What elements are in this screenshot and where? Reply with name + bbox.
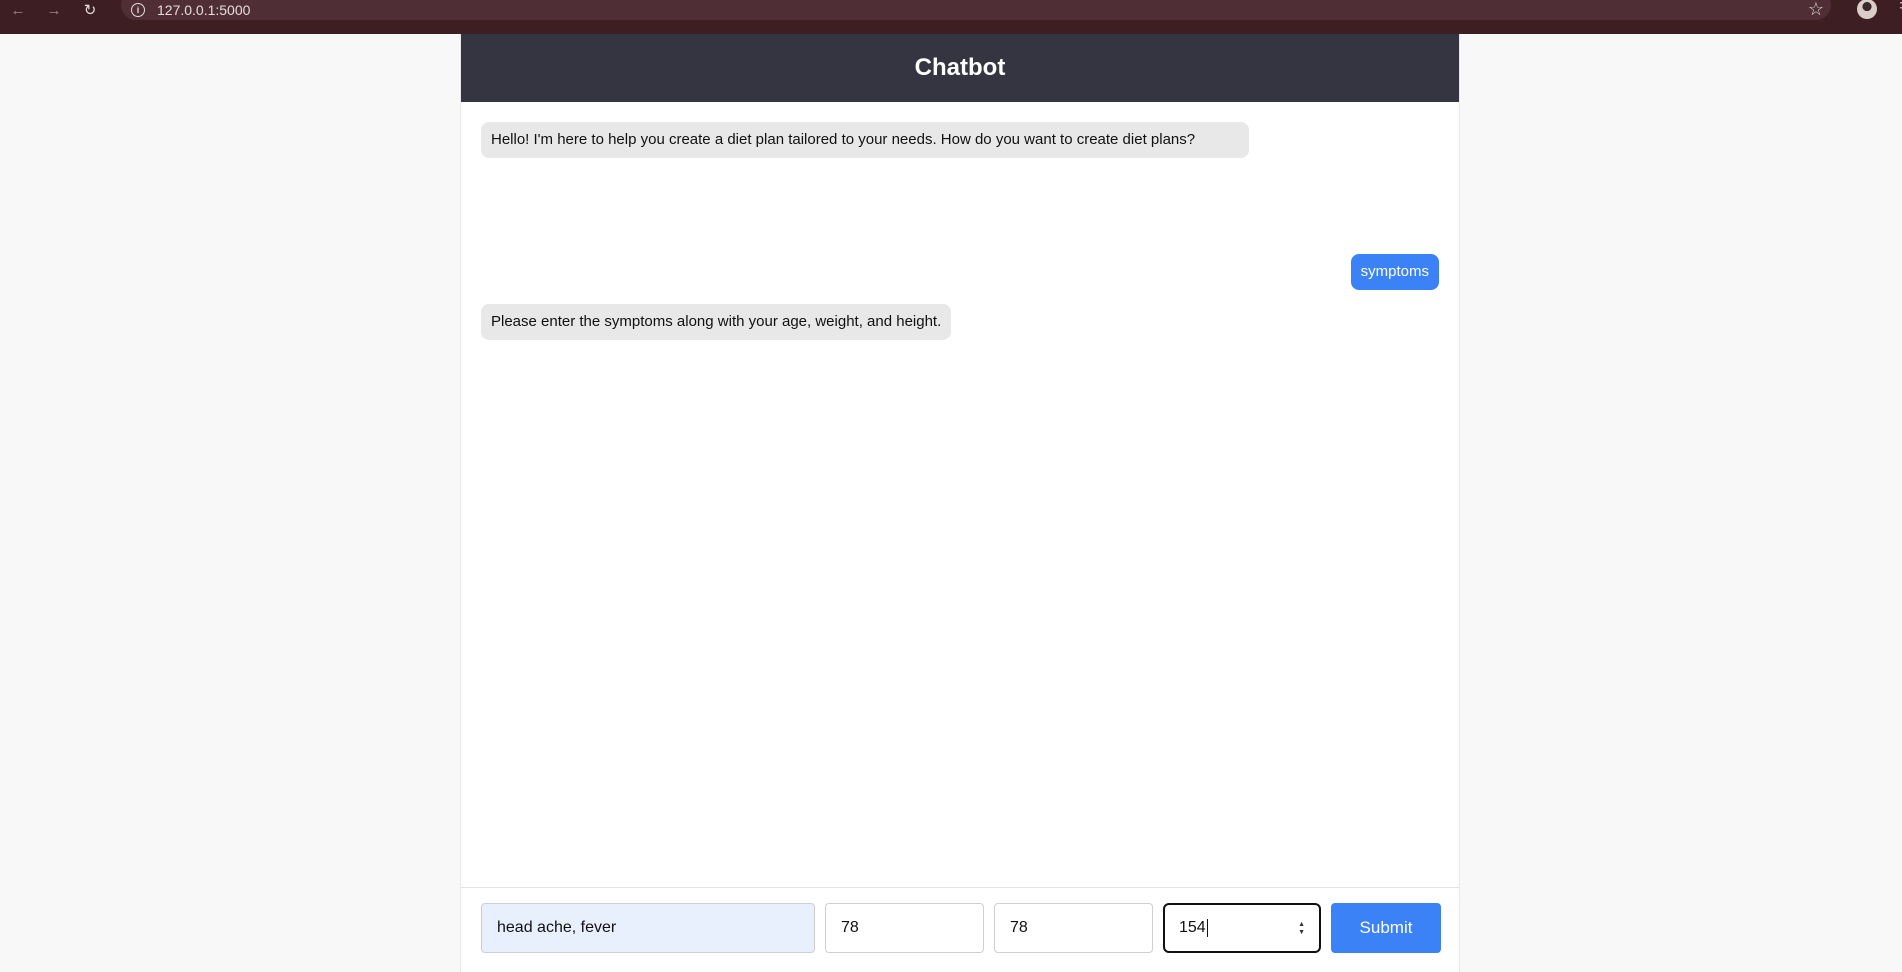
- user-message: symptoms: [1350, 254, 1439, 290]
- bot-message: Hello! I'm here to help you create a die…: [481, 122, 1249, 158]
- spin-down-icon[interactable]: ▼: [1298, 929, 1305, 937]
- chatbot-app: Chatbot Hello! I'm here to help you crea…: [460, 34, 1460, 972]
- height-input[interactable]: 154 ▲ ▼: [1163, 903, 1321, 953]
- profile-avatar[interactable]: [1857, 0, 1877, 19]
- site-info-icon[interactable]: i: [131, 3, 145, 17]
- forward-icon[interactable]: →: [36, 0, 72, 20]
- height-input-value: 154: [1179, 919, 1206, 936]
- weight-input[interactable]: 78: [994, 903, 1153, 953]
- bot-message: Please enter the symptoms along with you…: [481, 304, 952, 340]
- browser-toolbar: ← → ↻ i 127.0.0.1:5000 ☆ ⋮: [0, 0, 1902, 34]
- number-spinner[interactable]: ▲ ▼: [1298, 921, 1305, 937]
- reload-icon[interactable]: ↻: [72, 0, 108, 20]
- browser-menu-icon[interactable]: ⋮: [1894, 0, 1902, 9]
- bookmark-star-icon[interactable]: ☆: [1808, 0, 1824, 20]
- submit-button[interactable]: Submit: [1331, 903, 1441, 953]
- age-input[interactable]: 78: [825, 903, 984, 953]
- weight-input-value: 78: [1010, 919, 1028, 936]
- chat-messages: Hello! I'm here to help you create a die…: [461, 102, 1459, 888]
- app-header: Chatbot: [461, 34, 1459, 102]
- input-form: head ache, fever 78 78 154 ▲ ▼ Submit: [461, 888, 1461, 972]
- text-cursor: [1206, 919, 1208, 937]
- symptoms-input-value: head ache, fever: [497, 919, 617, 936]
- page-title: Chatbot: [914, 54, 1006, 81]
- back-icon[interactable]: ←: [0, 0, 36, 20]
- age-input-value: 78: [841, 919, 859, 936]
- address-bar[interactable]: i 127.0.0.1:5000: [121, 0, 1831, 20]
- symptoms-input[interactable]: head ache, fever: [481, 903, 815, 953]
- url-text[interactable]: 127.0.0.1:5000: [157, 2, 250, 18]
- spin-up-icon[interactable]: ▲: [1298, 921, 1305, 929]
